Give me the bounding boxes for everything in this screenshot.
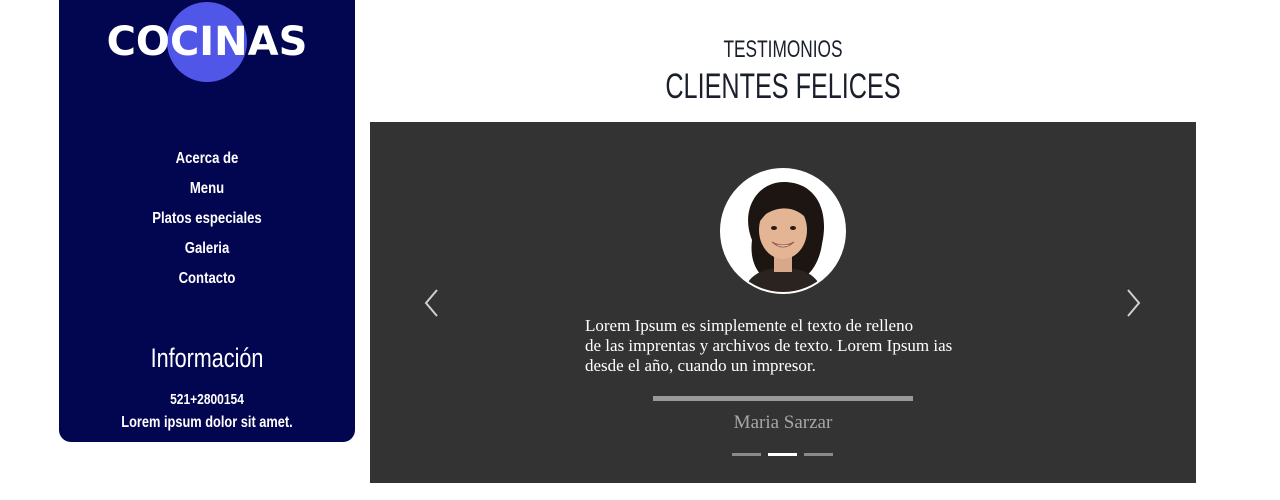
logo[interactable]: COCINAS (59, 0, 355, 90)
carousel-dot-1[interactable] (732, 453, 761, 456)
logo-text: COCINAS (106, 19, 308, 65)
testimonial-author: Maria Sarzar (733, 412, 833, 433)
chevron-left-icon[interactable] (420, 286, 444, 320)
quote-divider (653, 396, 913, 401)
chevron-right-icon[interactable] (1121, 286, 1145, 320)
carousel-dot-2[interactable] (768, 453, 797, 456)
person-portrait-icon (720, 168, 846, 294)
info-phone: 521+2800154 (170, 391, 244, 408)
nav-item-contacto[interactable]: Contacto (86, 266, 329, 296)
section-subtitle: TESTIMONIOS (723, 36, 843, 63)
carousel-dot-3[interactable] (804, 453, 833, 456)
testimonial-carousel: Lorem Ipsum es simplemente el texto de r… (370, 122, 1196, 483)
main-nav: Acerca de Menu Platos especiales Galeria… (59, 146, 355, 296)
nav-item-platos[interactable]: Platos especiales (86, 206, 329, 236)
testimonial-quote: Lorem Ipsum es simplemente el texto de r… (585, 316, 953, 375)
nav-item-acerca[interactable]: Acerca de (86, 146, 329, 176)
nav-item-galeria[interactable]: Galeria (86, 236, 329, 266)
section-title: CLIENTES FELICES (665, 67, 901, 106)
sidebar: COCINAS Acerca de Menu Platos especiales… (59, 0, 355, 442)
carousel-pagination (732, 453, 842, 457)
info-text: Lorem ipsum dolor sit amet. (121, 414, 293, 431)
info-title: Información (150, 343, 264, 373)
nav-item-menu[interactable]: Menu (86, 176, 329, 206)
